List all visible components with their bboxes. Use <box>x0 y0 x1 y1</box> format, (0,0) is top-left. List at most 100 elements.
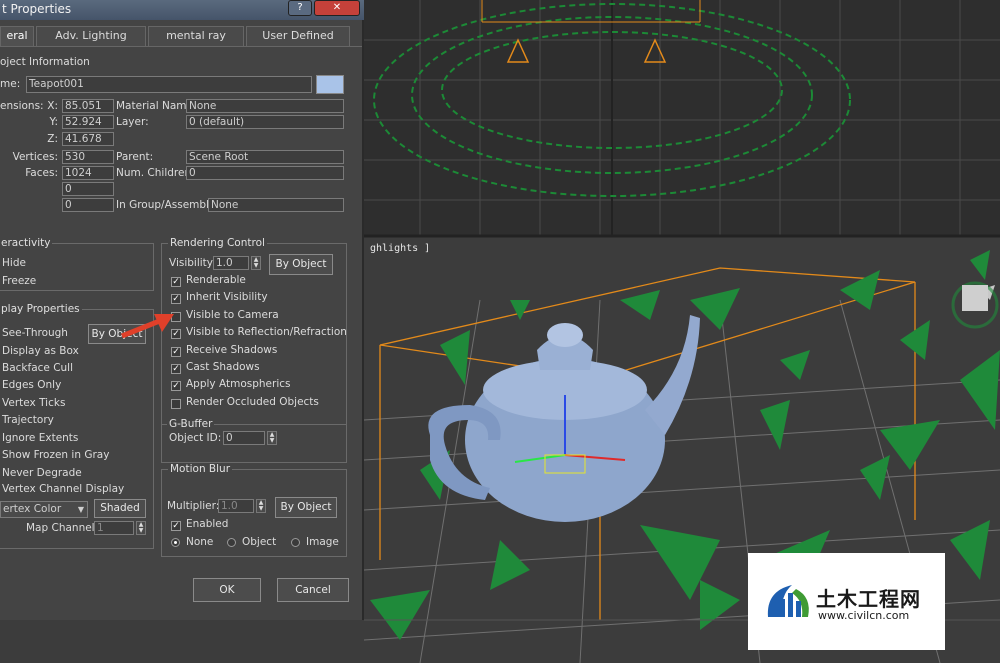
multiplier-spinner[interactable]: ▲ ▼ <box>256 499 266 513</box>
apply-atmospherics-label: Apply Atmospherics <box>186 378 291 390</box>
object-id-field[interactable]: 0 <box>223 431 265 445</box>
tab-mental-ray[interactable]: mental ray <box>148 26 244 46</box>
parent-label: Parent: <box>116 151 154 163</box>
tab-bar: eral Adv. Lighting mental ray User Defin… <box>0 26 364 46</box>
motion-blur-none-label: None <box>186 536 214 548</box>
x-field: 85.051 <box>62 99 114 113</box>
children-label: Num. Children: <box>116 167 195 179</box>
vertex-channel-display-option[interactable]: Vertex Channel Display <box>2 483 124 495</box>
render-occluded-checkbox[interactable] <box>171 399 181 409</box>
render-occluded-label: Render Occluded Objects <box>186 396 319 408</box>
parent-field: Scene Root <box>186 150 344 164</box>
y-field: 52.924 <box>62 115 114 129</box>
visibility-spinner[interactable]: ▲ ▼ <box>251 256 261 270</box>
cancel-button[interactable]: Cancel <box>277 578 349 602</box>
object-info-title: oject Information <box>0 56 90 68</box>
vertex-color-dropdown[interactable]: ertex Color ▼ <box>0 501 88 518</box>
chevron-down-icon: ▼ <box>77 505 84 514</box>
motion-blur-title: Motion Blur <box>168 463 233 475</box>
interactivity-title: eractivity <box>0 237 53 249</box>
name-label: me: <box>0 78 21 90</box>
display-as-box-option[interactable]: Display as Box <box>2 345 79 357</box>
blank-field-2: 0 <box>62 198 114 212</box>
visible-to-camera-label: Visible to Camera <box>186 309 279 321</box>
motion-blur-enabled-label: Enabled <box>186 518 229 530</box>
layer-label: Layer: <box>116 116 149 128</box>
ok-button[interactable]: OK <box>193 578 261 602</box>
tab-general[interactable]: eral <box>0 26 34 46</box>
close-button[interactable]: ✕ <box>314 0 360 16</box>
children-field: 0 <box>186 166 344 180</box>
group-label: In Group/Assembly: <box>116 199 218 211</box>
material-field: None <box>186 99 344 113</box>
annotation-arrow-icon <box>121 314 174 339</box>
cast-shadows-label: Cast Shadows <box>186 361 260 373</box>
name-field[interactable]: Teapot001 <box>26 76 312 93</box>
color-swatch[interactable] <box>316 75 344 94</box>
close-icon: ✕ <box>332 2 342 13</box>
map-channel-label: Map Channel: <box>26 522 99 534</box>
shaded-button[interactable]: Shaded <box>94 499 146 518</box>
faces-label: Faces: <box>25 167 58 179</box>
watermark: 土木工程网 www.civilcn.com <box>748 553 945 650</box>
see-through-option[interactable]: See-Through <box>2 327 68 339</box>
motion-blur-image-radio[interactable] <box>291 538 300 547</box>
motion-blur-enabled-checkbox[interactable]: ✓ <box>171 521 181 531</box>
show-frozen-gray-option[interactable]: Show Frozen in Gray <box>2 449 109 461</box>
vertex-color-value: ertex Color <box>3 503 62 515</box>
hide-option[interactable]: Hide <box>2 257 26 269</box>
freeze-option[interactable]: Freeze <box>2 275 36 287</box>
object-properties-dialog: t Properties ? ✕ eral Adv. Lighting ment… <box>0 0 364 620</box>
ignore-extents-option[interactable]: Ignore Extents <box>2 432 78 444</box>
watermark-url: www.civilcn.com <box>818 609 910 622</box>
vertex-ticks-option[interactable]: Vertex Ticks <box>2 397 65 409</box>
watermark-title: 土木工程网 <box>816 587 921 611</box>
motion-blur-none-radio[interactable] <box>171 538 180 547</box>
apply-atmospherics-checkbox[interactable]: ✓ <box>171 381 181 391</box>
multiplier-field[interactable]: 1.0 <box>218 499 254 513</box>
z-field: 41.678 <box>62 132 114 146</box>
trajectory-option[interactable]: Trajectory <box>2 414 54 426</box>
material-label: Material Name: <box>116 100 197 112</box>
visible-to-reflection-label: Visible to Reflection/Refraction <box>186 326 347 338</box>
never-degrade-option[interactable]: Never Degrade <box>2 467 82 479</box>
group-field: None <box>208 198 344 212</box>
blank-field-1: 0 <box>62 182 114 196</box>
inherit-visibility-label: Inherit Visibility <box>186 291 268 303</box>
viewport-label[interactable]: ghlights ] <box>370 243 430 254</box>
receive-shadows-checkbox[interactable]: ✓ <box>171 347 181 357</box>
object-id-spinner[interactable]: ▲ ▼ <box>267 431 277 445</box>
rendering-by-object-button[interactable]: By Object <box>269 254 333 275</box>
motion-blur-image-label: Image <box>306 536 339 548</box>
map-channel-spinner[interactable]: ▲ ▼ <box>136 521 146 535</box>
vertices-field: 530 <box>62 150 114 164</box>
y-label: Y: <box>49 116 58 128</box>
motion-blur-object-label: Object <box>242 536 277 548</box>
faces-field: 1024 <box>62 166 114 180</box>
motion-blur-object-radio[interactable] <box>227 538 236 547</box>
object-id-label: Object ID: <box>169 432 222 444</box>
help-button[interactable]: ? <box>288 0 312 16</box>
map-channel-field[interactable]: 1 <box>94 521 134 535</box>
visibility-field[interactable]: 1.0 <box>213 256 249 270</box>
inherit-visibility-checkbox[interactable]: ✓ <box>171 294 181 304</box>
motion-blur-by-object-button[interactable]: By Object <box>275 497 337 518</box>
x-label: X: <box>47 100 58 112</box>
gbuffer-title: G-Buffer <box>167 418 215 430</box>
renderable-checkbox[interactable]: ✓ <box>171 277 181 287</box>
layer-field: 0 (default) <box>186 115 344 129</box>
vertices-label: Vertices: <box>12 151 58 163</box>
z-label: Z: <box>47 133 58 145</box>
cast-shadows-checkbox[interactable]: ✓ <box>171 364 181 374</box>
rendering-control-title: Rendering Control <box>168 237 267 249</box>
receive-shadows-label: Receive Shadows <box>186 344 278 356</box>
multiplier-label: Multiplier: <box>167 500 220 512</box>
backface-cull-option[interactable]: Backface Cull <box>2 362 73 374</box>
visibility-label: Visibility: <box>169 257 216 269</box>
tab-user-defined[interactable]: User Defined <box>246 26 350 46</box>
help-icon: ? <box>297 2 303 13</box>
tab-adv-lighting[interactable]: Adv. Lighting <box>36 26 146 46</box>
dimensions-label: ensions: <box>0 100 44 112</box>
edges-only-option[interactable]: Edges Only <box>2 379 61 391</box>
general-panel: oject Information me: Teapot001 ensions:… <box>0 46 362 620</box>
